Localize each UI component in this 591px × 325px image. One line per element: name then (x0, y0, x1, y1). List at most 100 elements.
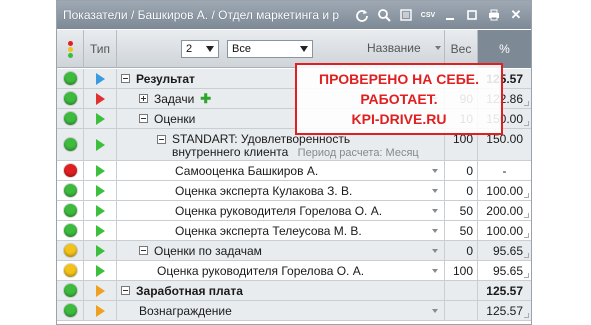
maximize-icon[interactable] (461, 4, 483, 26)
toolbar: CSV ✕ (351, 4, 531, 26)
promo-stamp: ПРОВЕРЕНО НА СЕБЕ. РАБОТАЕТ. KPI-DRIVE.R… (295, 63, 503, 135)
close-icon[interactable]: ✕ (505, 4, 527, 26)
row-weight: 0 (445, 241, 478, 260)
collapse-icon[interactable] (157, 135, 166, 144)
filter-select[interactable]: Все (227, 40, 313, 58)
row-percent: 200.00 (478, 201, 531, 220)
table-row[interactable]: Оценка эксперта Кулакова З. В. 0 100.00 (57, 181, 531, 201)
play-arrow-icon (95, 92, 105, 105)
collapse-icon[interactable] (121, 74, 130, 83)
play-arrow-icon (95, 264, 105, 277)
row-name: Оценки (154, 111, 196, 126)
chevron-down-icon[interactable] (432, 249, 438, 253)
period-label: Период расчета: Месяц (297, 147, 419, 159)
traffic-light-icon (67, 40, 73, 58)
title-bar: Показатели / Башкиров А. / Отдел маркети… (57, 1, 531, 29)
window-title: Показатели / Башкиров А. / Отдел маркети… (63, 8, 340, 22)
play-arrow-icon (95, 72, 105, 85)
row-name: Оценка руководителя Горелова О. А. (157, 263, 365, 278)
status-yellow-icon (63, 244, 77, 257)
kpi-window: Показатели / Башкиров А. / Отдел маркети… (56, 0, 532, 325)
minimize-icon[interactable] (439, 4, 461, 26)
chevron-down-icon[interactable] (432, 209, 438, 213)
chevron-down-icon[interactable] (432, 269, 438, 273)
close-label: ✕ (510, 7, 522, 22)
row-weight: 50 (445, 221, 478, 240)
row-name: Вознаграждение (139, 303, 232, 318)
print-icon[interactable] (483, 4, 505, 26)
status-green-icon (63, 184, 77, 197)
row-percent: 125.57 (486, 283, 523, 298)
play-arrow-icon (95, 184, 105, 197)
status-red-icon (63, 164, 77, 177)
play-arrow-icon (95, 224, 105, 237)
status-green-icon (63, 204, 77, 217)
filter-select-value: Все (232, 43, 251, 55)
row-percent: 95.65 (478, 261, 531, 280)
row-weight: 0 (445, 161, 478, 180)
csv-label: CSV (420, 11, 436, 19)
row-percent: 95.65 (478, 241, 531, 260)
status-green-icon (63, 138, 77, 151)
list-icon[interactable] (395, 4, 417, 26)
play-arrow-icon (95, 304, 105, 317)
table-row[interactable]: Оценка руководителя Горелова О. А. 50 20… (57, 201, 531, 221)
table-row[interactable]: Оценка руководителя Горелова О. А. 100 9… (57, 261, 531, 281)
play-arrow-icon (95, 112, 105, 125)
level-select[interactable]: 2 (181, 40, 219, 58)
refresh-icon[interactable] (351, 4, 373, 26)
play-arrow-icon (95, 284, 105, 297)
row-name: Оценка эксперта Телеусова М. В. (175, 223, 362, 238)
collapse-icon[interactable] (139, 114, 148, 123)
row-name: Результат (136, 71, 195, 86)
table-row[interactable]: Заработная плата 125.57 (57, 281, 531, 301)
row-name: Задачи (154, 91, 195, 106)
play-arrow-icon (95, 244, 105, 257)
chevron-down-icon[interactable] (432, 169, 438, 173)
row-weight: 100 (445, 261, 478, 280)
chevron-down-icon[interactable] (432, 309, 438, 313)
row-name: Самооценка Башкиров А. (175, 163, 319, 178)
table-row[interactable]: Оценки по задачам 0 95.65 (57, 241, 531, 261)
stamp-line-2: РАБОТАЕТ. (360, 91, 438, 107)
row-percent: - (502, 163, 507, 178)
row-weight (445, 281, 478, 300)
table-row[interactable]: Оценка эксперта Телеусова М. В. 50 100.0… (57, 221, 531, 241)
status-green-icon (63, 224, 77, 237)
play-arrow-icon (95, 164, 105, 177)
csv-icon[interactable]: CSV (417, 4, 439, 26)
row-name: Заработная плата (136, 283, 243, 298)
collapse-icon[interactable] (121, 286, 130, 295)
stamp-line-1: ПРОВЕРЕНО НА СЕБЕ. (319, 71, 479, 87)
row-weight (445, 301, 478, 320)
type-column-header[interactable]: Тип (84, 30, 117, 68)
row-name-line2: внутреннего клиента (172, 145, 289, 159)
row-name: Оценка руководителя Горелова О. А. (175, 203, 383, 218)
chevron-down-icon[interactable] (432, 229, 438, 233)
chevron-down-icon[interactable] (432, 189, 438, 193)
status-green-icon (63, 304, 77, 317)
chevron-down-icon (206, 46, 214, 52)
row-percent: 100.00 (478, 181, 531, 200)
play-arrow-icon (95, 204, 105, 217)
row-weight: 0 (445, 181, 478, 200)
level-select-value: 2 (186, 43, 193, 55)
row-percent: 125.57 (478, 301, 531, 320)
table-row[interactable]: Вознаграждение 125.57 (57, 301, 531, 321)
chevron-down-icon (300, 46, 308, 52)
status-green-icon (63, 92, 77, 105)
name-column-label: Название (367, 41, 421, 55)
add-task-icon[interactable]: ✚ (200, 91, 211, 107)
stamp-line-3: KPI-DRIVE.RU (351, 111, 447, 127)
status-yellow-icon (63, 264, 77, 277)
search-icon[interactable] (373, 4, 395, 26)
status-green-icon (63, 112, 77, 125)
play-arrow-icon (95, 138, 105, 151)
sort-arrow-icon[interactable] (435, 46, 441, 50)
collapse-icon[interactable] (139, 246, 148, 255)
row-weight: 50 (445, 201, 478, 220)
row-name: Оценки по задачам (154, 243, 262, 258)
expand-icon[interactable] (139, 94, 148, 103)
table-row[interactable]: Самооценка Башкиров А. 0 - (57, 161, 531, 181)
status-green-icon (63, 284, 77, 297)
